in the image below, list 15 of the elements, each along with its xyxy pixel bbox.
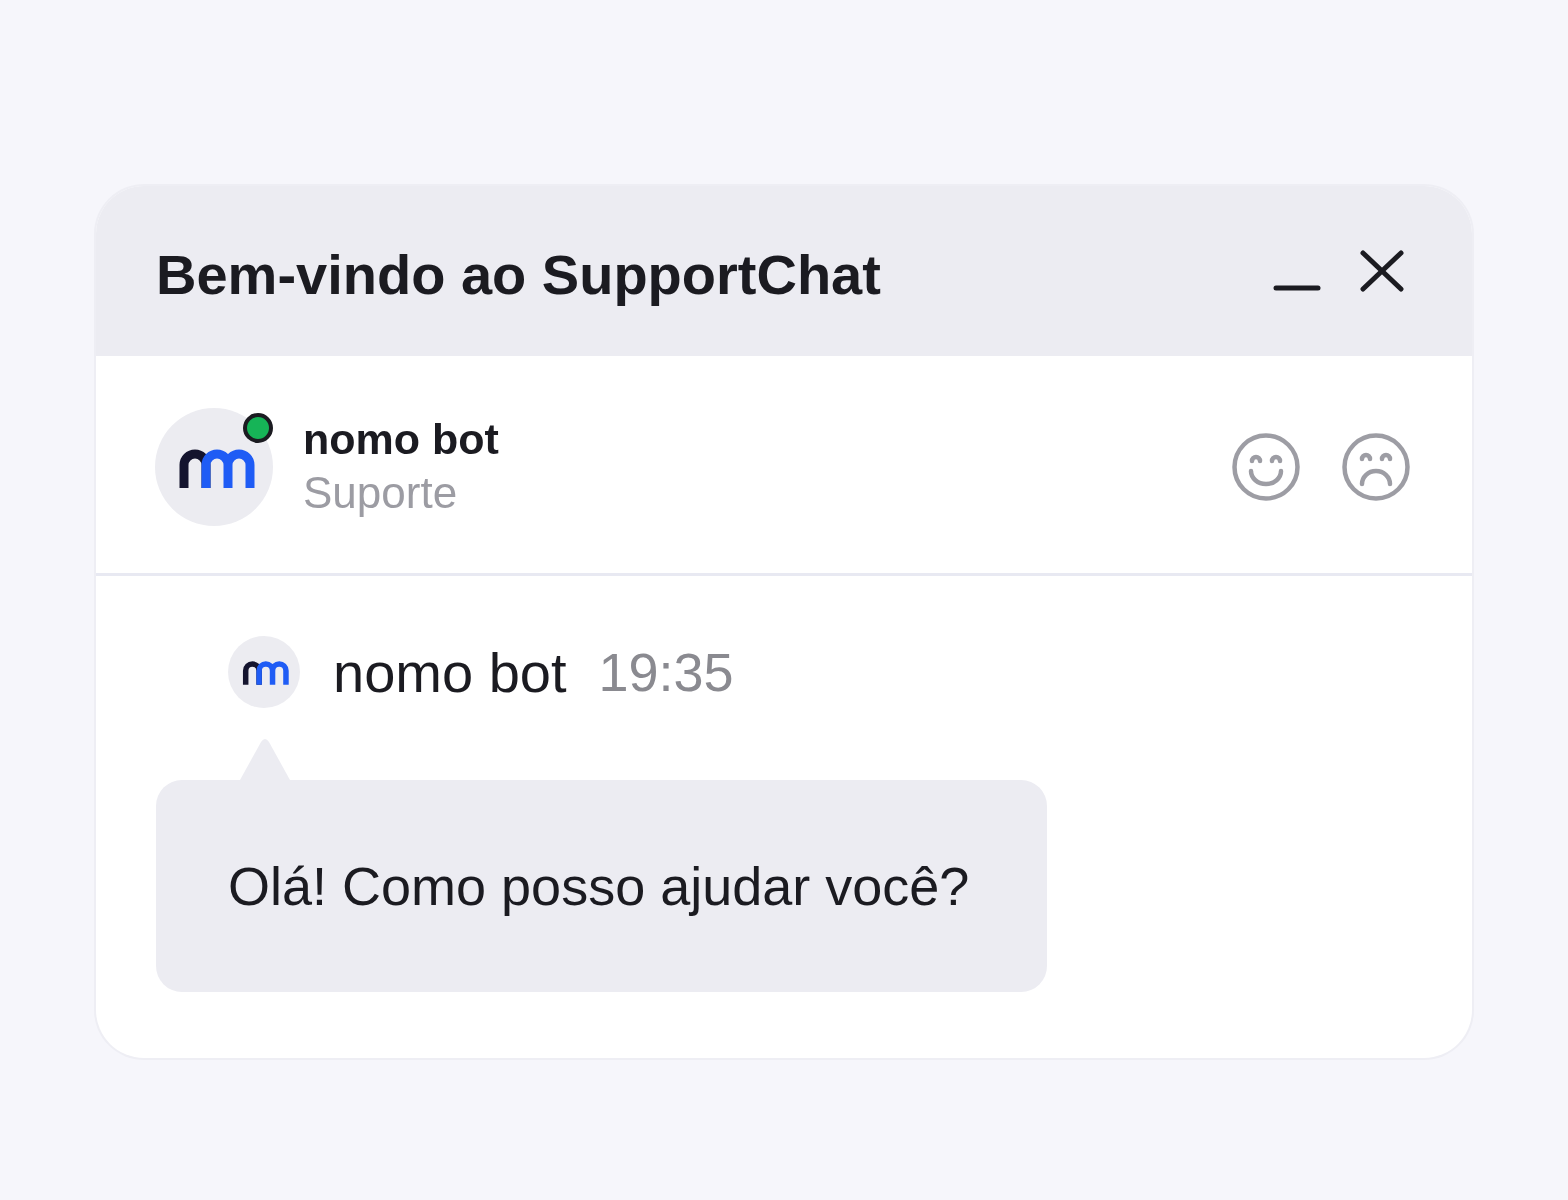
rate-good-button[interactable]	[1232, 432, 1300, 501]
rate-bad-button[interactable]	[1342, 432, 1410, 501]
close-button[interactable]	[1358, 247, 1406, 295]
bot-avatar-icon	[228, 636, 300, 708]
smiley-face-icon	[1232, 432, 1300, 501]
message-text: Olá! Como posso ajudar você?	[228, 855, 970, 917]
agent-role: Suporte	[303, 466, 458, 519]
agent-name: nomo bot	[303, 413, 499, 465]
minimize-icon	[1273, 285, 1321, 291]
message-time: 19:35	[598, 641, 734, 703]
window-title: Bem-vindo ao SupportChat	[156, 241, 881, 307]
close-icon	[1360, 250, 1404, 292]
sad-face-icon	[1342, 432, 1410, 501]
sender-name: nomo bot	[333, 639, 567, 705]
bot-avatar-icon	[155, 407, 273, 526]
